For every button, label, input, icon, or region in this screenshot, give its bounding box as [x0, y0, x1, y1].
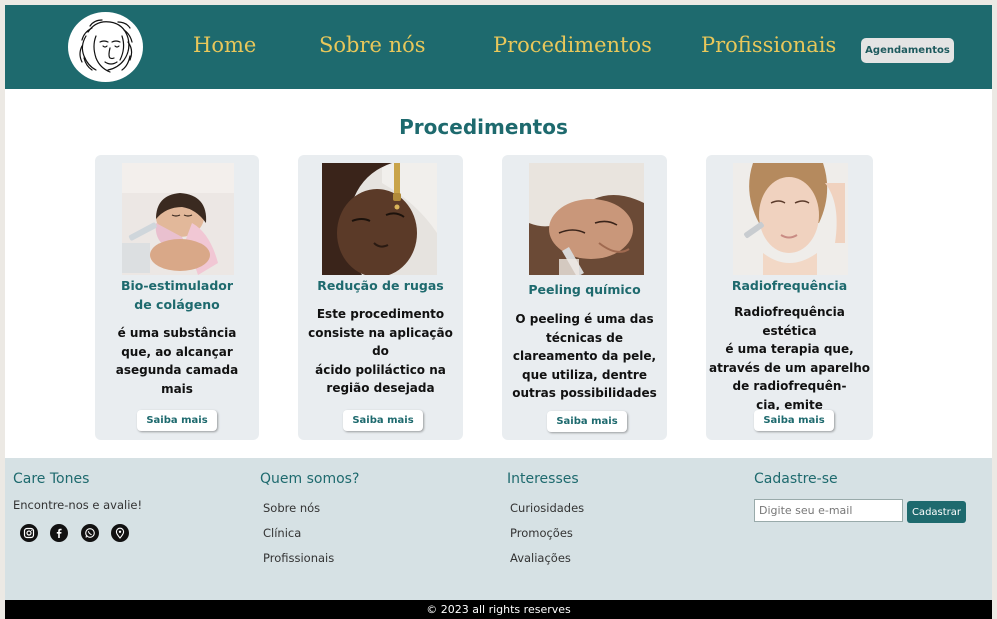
procedure-title: Peeling químico	[502, 280, 667, 299]
location-pin-icon[interactable]	[111, 524, 129, 542]
footer-signup-title: Cadastre-se	[754, 471, 838, 487]
footer-link-clinica[interactable]: Clínica	[263, 526, 301, 540]
nav-link-sobre-nos[interactable]: Sobre nós	[319, 33, 426, 57]
description-line: mais	[161, 381, 193, 396]
procedure-title-line: Radiofrequência	[731, 278, 848, 293]
procedure-card-radiofrequencia: Radiofrequência Radiofrequência estética…	[706, 155, 873, 440]
footer-brand-title: Care Tones	[13, 471, 90, 487]
procedure-card-reducao-rugas: Redução de rugas Este procedimento consi…	[298, 155, 463, 440]
description-line: ácido poliláctico na	[315, 362, 446, 377]
cadastrar-button[interactable]: Cadastrar	[907, 501, 966, 523]
procedure-description: Este procedimento consiste na aplicação …	[301, 305, 460, 398]
description-line: O peeling é uma das	[515, 312, 654, 326]
whatsapp-icon[interactable]	[81, 524, 99, 542]
saiba-mais-button[interactable]: Saiba mais	[137, 410, 217, 431]
procedure-description: O peeling é uma das técnicas de clareame…	[510, 310, 659, 403]
saiba-mais-button[interactable]: Saiba mais	[754, 410, 834, 431]
section-title: Procedimentos	[399, 115, 568, 139]
page: Home Sobre nós Procedimentos Profissiona…	[5, 5, 992, 619]
description-line: que, ao alcançar	[121, 344, 233, 359]
saiba-mais-button[interactable]: Saiba mais	[343, 410, 423, 431]
description-line: asegunda camada	[115, 363, 239, 377]
footer-link-curiosidades[interactable]: Curiosidades	[510, 501, 584, 515]
description-line: clareamento da pele,	[512, 349, 657, 363]
procedure-photo	[529, 163, 644, 275]
procedure-description: Radiofrequência estética é uma terapia q…	[709, 303, 870, 414]
copyright-bar: © 2023 all rights reserves	[5, 600, 992, 619]
nav-link-profissionais[interactable]: Profissionais	[701, 33, 836, 57]
description-line: Este procedimento	[316, 307, 445, 321]
description-line: técnicas de	[546, 330, 623, 345]
description-line: consiste na aplicação do	[308, 325, 453, 359]
description-line: através de um aparelho	[709, 360, 871, 375]
procedure-photo	[322, 163, 437, 275]
footer-about-title: Quem somos?	[260, 471, 360, 487]
footer-link-promocoes[interactable]: Promoções	[510, 526, 573, 540]
description-line: região desejada	[326, 381, 435, 395]
procedure-photo	[733, 163, 848, 275]
procedure-card-bioestimulador: Bio-estimulador de colágeno é uma substâ…	[95, 155, 259, 440]
site-footer: Care Tones Encontre-nos e avalie! Quem s…	[5, 458, 992, 600]
procedure-title: Bio-estimulador de colágeno	[95, 276, 259, 314]
footer-link-profissionais[interactable]: Profissionais	[263, 551, 334, 565]
procedure-title-line: Redução de rugas	[317, 278, 444, 293]
description-line: que utiliza, dentre	[522, 367, 647, 382]
procedure-card-peeling-quimico: Peeling químico O peeling é uma das técn…	[502, 155, 667, 440]
nav-link-home[interactable]: Home	[193, 33, 256, 57]
procedure-title-line: Bio-estimulador	[120, 278, 234, 293]
agendamentos-button[interactable]: Agendamentos	[861, 38, 954, 63]
description-line: outras possibilidades	[512, 386, 657, 400]
face-line-art-icon	[79, 19, 133, 73]
procedure-title-line: de colágeno	[134, 297, 220, 312]
procedure-title-line: Peeling químico	[528, 282, 641, 297]
logo[interactable]	[68, 12, 143, 82]
description-line: é uma terapia que,	[725, 342, 854, 356]
footer-link-avaliacoes[interactable]: Avaliações	[510, 551, 571, 565]
procedure-photo	[122, 163, 234, 275]
procedure-title: Radiofrequência	[706, 276, 873, 295]
description-line: de radiofrequên-	[732, 379, 847, 393]
description-line: Radiofrequência estética	[734, 305, 845, 338]
description-line: é uma substância	[117, 326, 237, 340]
footer-link-sobre-nos[interactable]: Sobre nós	[263, 501, 320, 515]
saiba-mais-button[interactable]: Saiba mais	[547, 411, 627, 432]
email-field[interactable]	[754, 499, 903, 522]
footer-interests-title: Interesses	[507, 471, 579, 487]
procedure-title: Redução de rugas	[298, 276, 463, 295]
instagram-icon[interactable]	[20, 524, 38, 542]
procedure-description: é uma substância que, ao alcançar asegun…	[105, 324, 249, 398]
nav-link-procedimentos[interactable]: Procedimentos	[493, 33, 652, 57]
site-header: Home Sobre nós Procedimentos Profissiona…	[5, 5, 992, 89]
facebook-icon[interactable]	[50, 524, 68, 542]
footer-tagline: Encontre-nos e avalie!	[13, 498, 143, 512]
